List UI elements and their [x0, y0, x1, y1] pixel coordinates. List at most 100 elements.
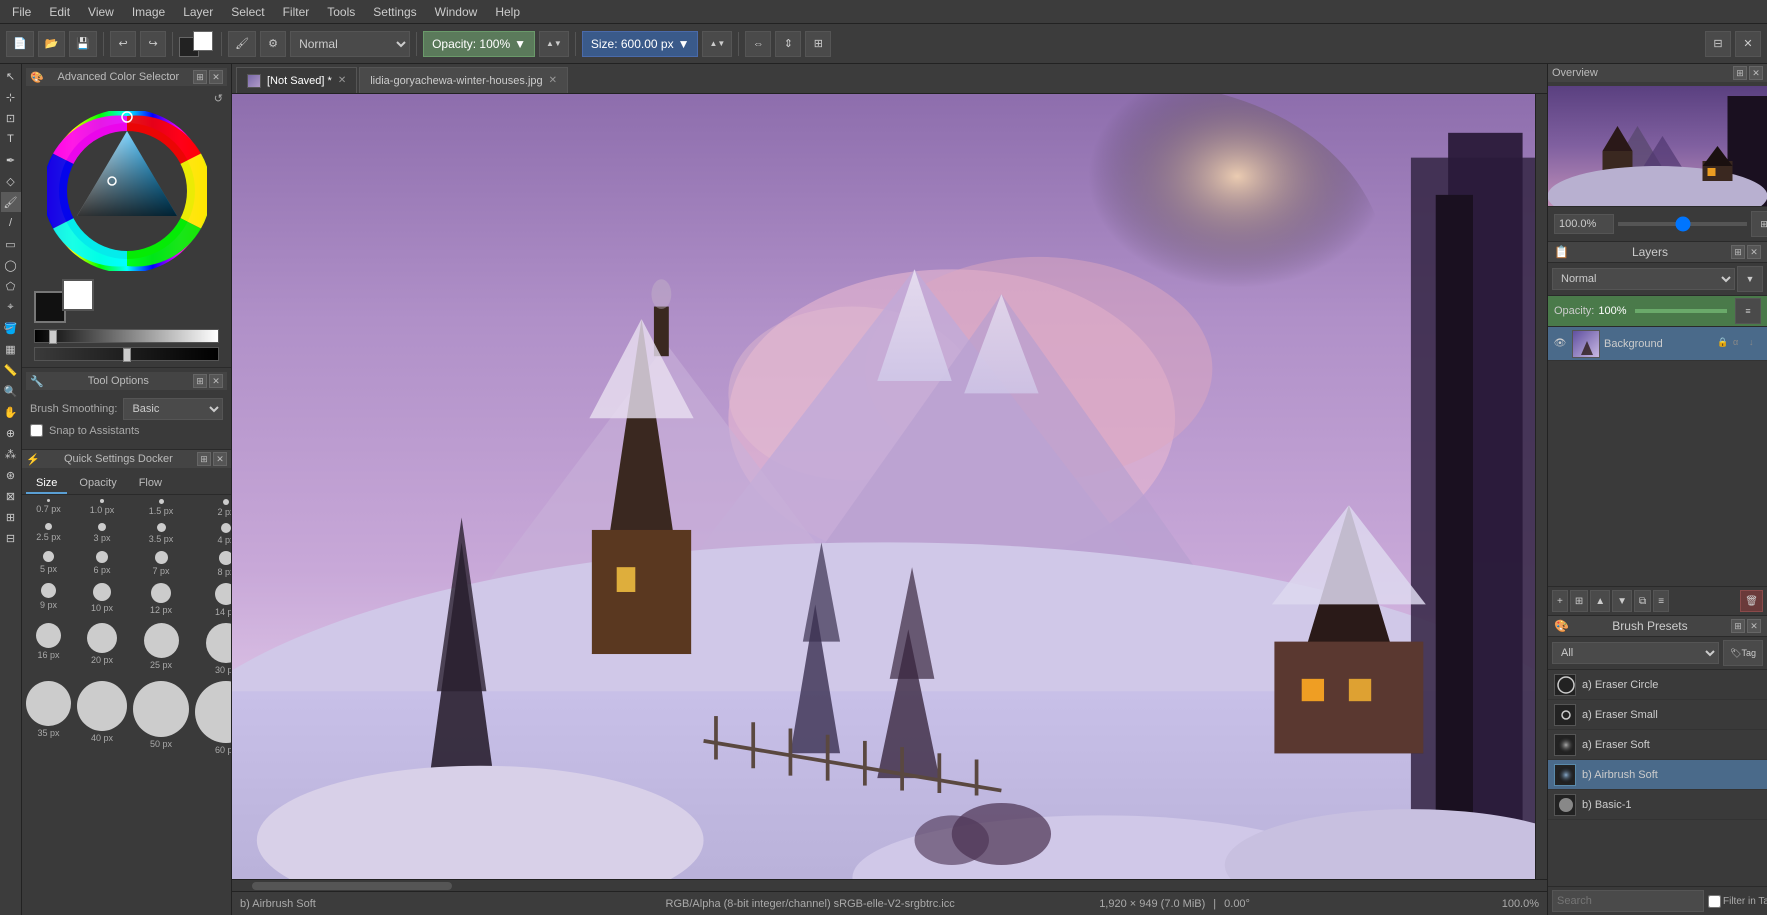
tool-options-close-button[interactable]: ✕	[209, 374, 223, 388]
menu-edit[interactable]: Edit	[41, 3, 78, 21]
layers-float-button[interactable]: ⊞	[1731, 245, 1745, 259]
color-wheel-container[interactable]	[26, 107, 227, 275]
tool-options-float-button[interactable]: ⊞	[193, 374, 207, 388]
tool-freehand-selection[interactable]: ⌖	[1, 297, 21, 317]
zoom-input[interactable]	[1554, 214, 1614, 234]
presets-search-input[interactable]	[1552, 890, 1704, 912]
tool-text[interactable]: T	[1, 129, 21, 149]
menu-settings[interactable]: Settings	[365, 3, 424, 21]
brush-size-18[interactable]: 25 px	[133, 623, 189, 675]
brush-size-16[interactable]: 16 px	[26, 623, 71, 675]
layer-item-background[interactable]: 👁 Backgro	[1548, 327, 1767, 361]
brush-size-12[interactable]: 9 px	[26, 583, 71, 617]
brush-size-5[interactable]: 3 px	[77, 523, 127, 545]
menu-tools[interactable]: Tools	[319, 3, 363, 21]
brush-size-21[interactable]: 40 px	[77, 681, 127, 755]
move-down-button[interactable]: ▼	[1612, 590, 1632, 612]
tool-rectangle[interactable]: ▭	[1, 234, 21, 254]
brush-size-20[interactable]: 35 px	[26, 681, 71, 755]
brush-size-13[interactable]: 10 px	[77, 583, 127, 617]
tool-contiguous-selection[interactable]: ⊠	[1, 486, 21, 506]
reset-color-button[interactable]: ↺	[214, 92, 223, 105]
new-document-button[interactable]: 📄	[6, 31, 34, 57]
tool-fill[interactable]: 🪣	[1, 318, 21, 338]
save-document-button[interactable]: 💾	[69, 31, 97, 57]
wrap-around-button[interactable]: ⊞	[805, 31, 831, 57]
tool-pointer[interactable]: ↖	[1, 66, 21, 86]
menu-image[interactable]: Image	[124, 3, 173, 21]
menu-help[interactable]: Help	[487, 3, 528, 21]
brush-size-11[interactable]: 8 px	[195, 551, 231, 577]
presets-close-button[interactable]: ✕	[1747, 619, 1761, 633]
overview-thumbnail[interactable]	[1548, 86, 1767, 206]
layer-alpha-icon[interactable]: α	[1733, 337, 1747, 351]
brush-preset-icon[interactable]: 🖌	[228, 31, 256, 57]
tool-pan[interactable]: ✋	[1, 402, 21, 422]
tool-multibrush[interactable]: ⁂	[1, 444, 21, 464]
scrollbar-thumb-h[interactable]	[252, 882, 452, 890]
layer-lock-icon[interactable]: 🔒	[1717, 337, 1731, 351]
menu-layer[interactable]: Layer	[175, 3, 221, 21]
layer-opacity-bar[interactable]	[1635, 309, 1728, 313]
brush-size-7[interactable]: 4 px	[195, 523, 231, 545]
brush-size-19[interactable]: 30 px	[195, 623, 231, 675]
preset-eraser-small[interactable]: a) Eraser Small	[1548, 700, 1767, 730]
opacity-gradient-slider[interactable]	[34, 347, 219, 361]
overview-close-button[interactable]: ✕	[1749, 66, 1763, 80]
quick-settings-close-button[interactable]: ✕	[213, 452, 227, 466]
mirror-v-button[interactable]: ⇕	[775, 31, 801, 57]
preset-basic-1[interactable]: b) Basic-1	[1548, 790, 1767, 820]
tool-calligraphy[interactable]: ✒	[1, 150, 21, 170]
layer-visibility-background[interactable]: 👁	[1552, 336, 1568, 352]
add-group-button[interactable]: ⊞	[1570, 590, 1588, 612]
tab-reference-close[interactable]: ✕	[549, 75, 557, 86]
tool-zoom[interactable]: 🔍	[1, 381, 21, 401]
tool-smart-patch[interactable]: ⊛	[1, 465, 21, 485]
menu-filter[interactable]: Filter	[275, 3, 318, 21]
menu-file[interactable]: File	[4, 3, 39, 21]
brush-size-6[interactable]: 3.5 px	[133, 523, 189, 545]
brush-size-10[interactable]: 7 px	[133, 551, 189, 577]
presets-filter-select[interactable]: All	[1552, 642, 1719, 664]
brush-smoothing-select[interactable]: Basic	[123, 398, 223, 420]
brush-size-4[interactable]: 2.5 px	[26, 523, 71, 545]
tool-assistant[interactable]: ⊕	[1, 423, 21, 443]
brush-size-2[interactable]: 1.5 px	[133, 499, 189, 517]
presets-float-button[interactable]: ⊞	[1731, 619, 1745, 633]
zoom-slider[interactable]	[1618, 222, 1747, 226]
brush-size-14[interactable]: 12 px	[133, 583, 189, 617]
brush-size-0[interactable]: 0.7 px	[26, 499, 71, 517]
mirror-h-button[interactable]: ⇔	[745, 31, 771, 57]
layers-filter-button[interactable]: ▼	[1737, 266, 1763, 292]
preset-eraser-circle[interactable]: a) Eraser Circle	[1548, 670, 1767, 700]
layer-style-button[interactable]: ≡	[1653, 590, 1669, 612]
lightness-slider[interactable]	[34, 329, 219, 343]
tool-magnetic-selection[interactable]: ⊟	[1, 528, 21, 548]
close-button[interactable]: ✕	[1735, 31, 1761, 57]
tool-transform[interactable]: ⊹	[1, 87, 21, 107]
delete-layer-button[interactable]: 🗑	[1740, 590, 1763, 612]
tab-size[interactable]: Size	[26, 474, 67, 494]
tool-ellipse[interactable]: ◯	[1, 255, 21, 275]
background-color-small[interactable]	[193, 31, 213, 51]
add-layer-button[interactable]: +	[1552, 590, 1568, 612]
tab-not-saved[interactable]: [Not Saved] * ✕	[236, 67, 357, 93]
brush-size-15[interactable]: 14 px	[195, 583, 231, 617]
tool-edit-shapes[interactable]: ◇	[1, 171, 21, 191]
docker-close-button[interactable]: ✕	[209, 70, 223, 84]
canvas-viewport[interactable]	[232, 94, 1535, 879]
canvas-scrollbar-v[interactable]	[1535, 94, 1547, 879]
tool-line[interactable]: /	[1, 213, 21, 233]
brush-size-23[interactable]: 60 px	[195, 681, 231, 755]
menu-select[interactable]: Select	[223, 3, 272, 21]
brush-size-1[interactable]: 1.0 px	[77, 499, 127, 517]
brush-size-17[interactable]: 20 px	[77, 623, 127, 675]
color-wheel-svg[interactable]	[47, 111, 207, 271]
docker-float-button[interactable]: ⊞	[193, 70, 207, 84]
brush-size-8[interactable]: 5 px	[26, 551, 71, 577]
filter-in-tag-checkbox[interactable]	[1708, 895, 1721, 908]
toggle-panel-button[interactable]: ⊟	[1705, 31, 1731, 57]
menu-view[interactable]: View	[80, 3, 122, 21]
brush-size-3[interactable]: 2 px	[195, 499, 231, 517]
canvas-scrollbar-h[interactable]	[232, 879, 1547, 891]
